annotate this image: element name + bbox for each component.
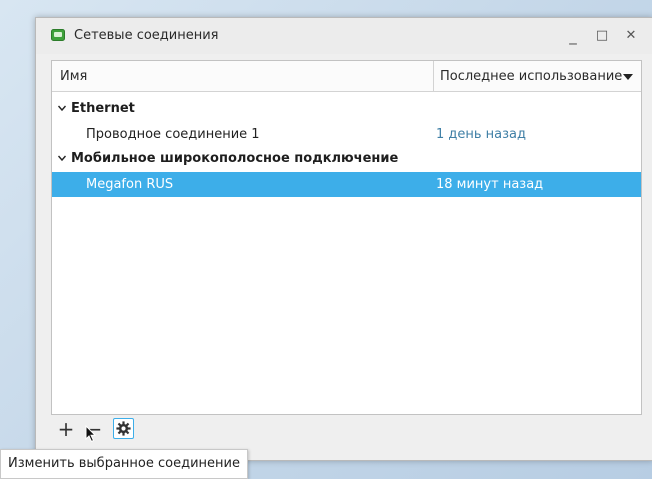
group-ethernet[interactable]: Ethernet (52, 97, 641, 121)
connection-name: Megafon RUS (86, 177, 174, 192)
group-mobile-broadband[interactable]: Мобильное широкополосное подключение (52, 147, 641, 171)
tooltip-text: Изменить выбранное соединение (8, 456, 240, 471)
chevron-down-icon (58, 155, 66, 162)
close-button[interactable]: ✕ (620, 26, 642, 46)
connection-last-used: 18 минут назад (436, 177, 544, 192)
column-header-last-used-label: Последнее использование (440, 69, 623, 84)
connections-list[interactable]: Имя Последнее использование Ethernet Про… (51, 60, 642, 415)
gear-icon (116, 421, 131, 436)
title-bar[interactable]: Сетевые соединения _ □ ✕ (36, 18, 652, 54)
connection-name: Проводное соединение 1 (86, 127, 260, 142)
column-header-name[interactable]: Имя (52, 61, 433, 92)
network-app-icon (51, 29, 65, 41)
column-header-name-label: Имя (60, 69, 88, 84)
tooltip: Изменить выбранное соединение (0, 449, 248, 479)
maximize-button[interactable]: □ (591, 26, 613, 46)
group-label: Ethernet (71, 101, 135, 116)
edit-connection-button[interactable] (113, 418, 134, 439)
group-label: Мобильное широкополосное подключение (71, 151, 399, 166)
network-connections-window: Сетевые соединения _ □ ✕ Имя Последнее и… (35, 17, 652, 461)
connection-row-selected[interactable]: Megafon RUS 18 минут назад (52, 172, 641, 197)
sort-descending-icon (623, 74, 633, 80)
window-title: Сетевые соединения (74, 28, 219, 43)
minimize-button[interactable]: _ (562, 26, 584, 46)
mouse-cursor-icon (85, 425, 97, 443)
chevron-down-icon (58, 105, 66, 112)
connection-last-used: 1 день назад (436, 127, 527, 142)
connection-row[interactable]: Проводное соединение 1 1 день назад (52, 122, 641, 147)
add-connection-button[interactable]: + (55, 418, 77, 440)
column-header-last-used[interactable]: Последнее использование (433, 61, 641, 92)
